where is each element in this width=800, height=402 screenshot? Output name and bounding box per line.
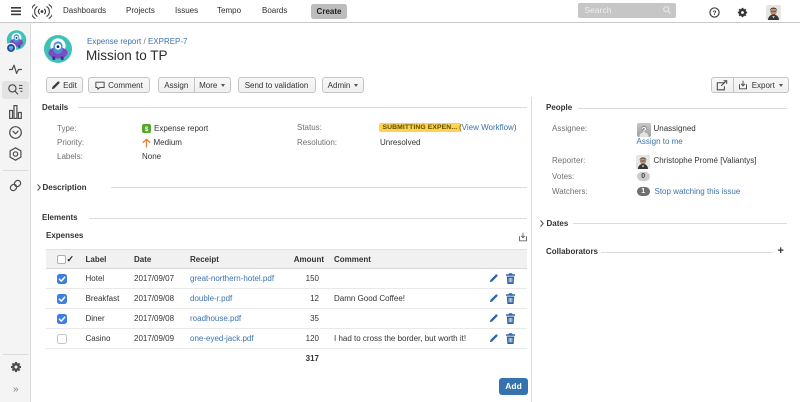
svg-text:?: ? bbox=[641, 124, 646, 134]
svg-text:?: ? bbox=[713, 9, 717, 16]
svg-text:$: $ bbox=[145, 125, 149, 132]
